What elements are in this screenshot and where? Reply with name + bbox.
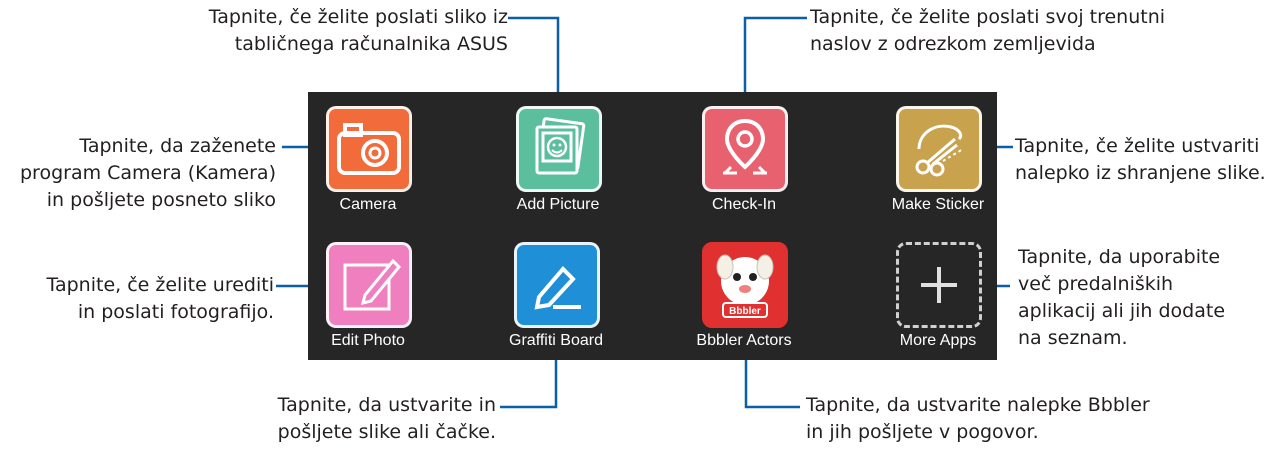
app-label-more-apps: More Apps	[899, 332, 977, 349]
app-add-picture[interactable]: Add Picture	[498, 100, 618, 230]
callout-add-picture: Tapnite, če želite poslati sliko iz tabl…	[208, 6, 508, 55]
app-check-in[interactable]: Check-In	[684, 100, 804, 230]
cartoon-dog-icon: Bbbler	[702, 242, 788, 328]
app-graffiti-board[interactable]: Graffiti Board	[496, 236, 616, 366]
callout-check-in: Tapnite, če želite poslati svoj trenutni…	[810, 6, 1166, 55]
app-edit-photo[interactable]: Edit Photo	[308, 236, 428, 366]
app-label-bbbler-actors: Bbbler Actors	[696, 332, 792, 349]
callout-bbbler: Tapnite, da ustvarite nalepke Bbbler in …	[806, 394, 1150, 443]
callout-make-sticker: Tapnite, če želite ustvariti nalepko iz …	[1015, 135, 1266, 184]
pencil-icon	[326, 242, 412, 328]
plus-icon	[896, 242, 982, 328]
map-pin-icon	[702, 106, 788, 192]
app-label-edit-photo: Edit Photo	[331, 332, 405, 349]
callout-graffiti: Tapnite, da ustvarite in pošljete slike …	[277, 394, 496, 443]
camera-icon	[326, 106, 412, 192]
app-more-apps[interactable]: More Apps	[878, 236, 998, 366]
callout-camera: Tapnite, da zaženete program Camera (Kam…	[20, 135, 276, 211]
app-bbbler-actors[interactable]: Bbbler Bbbler Actors	[684, 236, 804, 366]
connector-add-picture	[508, 16, 560, 100]
app-drawer-panel: Camera Add Picture Check-In Make Sticker…	[308, 92, 997, 360]
app-label-graffiti-board: Graffiti Board	[509, 332, 603, 349]
callout-more-apps: Tapnite, da uporabite več predalniških a…	[1018, 246, 1226, 349]
app-make-sticker[interactable]: Make Sticker	[878, 100, 998, 230]
app-label-add-picture: Add Picture	[516, 196, 600, 213]
picture-frame-icon	[516, 106, 602, 192]
bbbler-badge-text: Bbbler	[729, 306, 761, 317]
app-label-camera: Camera	[339, 196, 397, 213]
pen-underline-icon	[514, 242, 600, 328]
callout-edit-photo: Tapnite, če želite urediti in poslati fo…	[46, 274, 274, 323]
scissors-icon	[896, 106, 982, 192]
app-label-check-in: Check-In	[711, 196, 777, 213]
app-label-make-sticker: Make Sticker	[891, 196, 985, 213]
connector-check-in	[743, 16, 807, 100]
app-camera[interactable]: Camera	[308, 100, 428, 230]
